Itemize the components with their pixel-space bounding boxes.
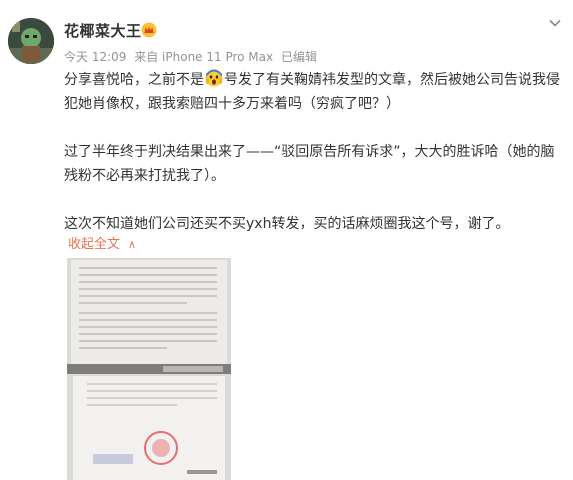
post-text-segment: 分享喜悦哈，之前不是 [64, 72, 204, 88]
avatar[interactable] [8, 18, 54, 64]
post-image[interactable] [67, 258, 231, 480]
post-body: 分享喜悦哈，之前不是 号发了有关鞠婧祎发型的文章，然后被她公司告说我侵犯她肖像权… [64, 68, 564, 236]
collapse-button[interactable]: 收起全文 ∧ [68, 233, 136, 252]
post-meta: 今天 12:09 来自 iPhone 11 Pro Max 已编辑 [64, 48, 321, 65]
post-paragraph-1: 分享喜悦哈，之前不是 号发了有关鞠婧祎发型的文章，然后被她公司告说我侵犯她肖像权… [64, 68, 564, 116]
post-time[interactable]: 今天 12:09 [64, 50, 126, 64]
chevron-down-icon[interactable] [548, 16, 562, 30]
post-paragraph-2: 过了半年终于判决结果出来了——“驳回原告所有诉求”，大大的胜诉哈（她的脑残粉不必… [64, 144, 555, 184]
username[interactable]: 花椰菜大王 [64, 20, 142, 41]
edited-label[interactable]: 已编辑 [281, 50, 317, 64]
post-source: 来自 iPhone 11 Pro Max [134, 50, 274, 64]
collapse-label: 收起全文 [68, 237, 121, 252]
chevron-up-icon: ∧ [128, 238, 137, 251]
scream-face-emoji [205, 69, 223, 87]
post-paragraph-3: 这次不知道她们公司还买不买yxh转发，买的话麻烦圈我这个号，谢了。 [64, 216, 510, 232]
vip-crown-icon[interactable] [141, 22, 157, 38]
weibo-post-card: 花椰菜大王 今天 12:09 来自 iPhone 11 Pro Max 已编辑 … [0, 0, 573, 480]
